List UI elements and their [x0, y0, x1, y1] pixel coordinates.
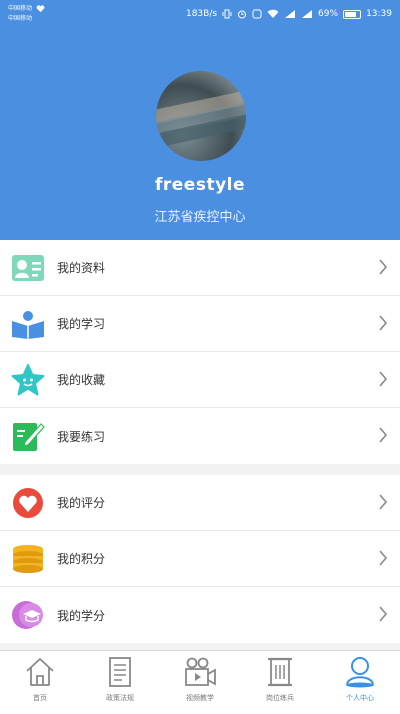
menu-item-my-credits[interactable]: 我的学分 — [0, 587, 400, 643]
network-speed: 183B/s — [185, 9, 218, 19]
document-icon — [109, 657, 131, 687]
menu-item-my-rating[interactable]: 我的评分 — [0, 475, 400, 531]
menu-item-label: 我的收藏 — [57, 373, 106, 387]
scroll-icon — [268, 657, 292, 687]
tab-profile[interactable]: 个人中心 — [320, 651, 400, 714]
tab-label: 个人中心 — [346, 694, 374, 702]
clock: 13:39 — [366, 9, 392, 19]
alarm-icon — [238, 10, 247, 19]
menu-item-label: 我的资料 — [57, 261, 106, 275]
practice-edit-icon — [11, 419, 45, 453]
menu-item-label: 我要练习 — [57, 429, 106, 444]
menu-item-label: 我的评分 — [57, 496, 106, 510]
person-icon — [346, 657, 374, 688]
battery-percent: 69% — [318, 9, 339, 19]
chevron-right-icon — [379, 550, 388, 566]
signal-icon-2 — [302, 10, 313, 18]
carrier-top: 中国移动 — [8, 5, 33, 12]
menu-item-label: 我的学习 — [57, 317, 106, 331]
heart-notify-icon — [36, 5, 45, 13]
menu-item-my-learning[interactable]: 我的学习 — [0, 296, 400, 352]
avatar[interactable] — [156, 71, 246, 161]
battery-icon — [343, 9, 362, 19]
chevron-right-icon — [379, 259, 388, 275]
tab-training[interactable]: 岗位练兵 — [240, 651, 320, 714]
status-bar: 中国移动 中国移动 183B/s 69% 13:39 — [0, 0, 400, 28]
tab-home[interactable]: 首页 — [0, 651, 80, 714]
tab-label: 政策法规 — [106, 694, 134, 702]
wifi-icon — [267, 9, 279, 18]
tab-label: 首页 — [33, 694, 47, 702]
chevron-right-icon — [379, 371, 388, 387]
menu-item-my-profile[interactable]: 我的资料 — [0, 240, 400, 296]
nfc-icon — [252, 9, 262, 19]
carrier-bottom: 中国移动 — [8, 15, 33, 22]
bottom-tab-bar: 首页 政策法规 视频教学 岗位练兵 个人中心 — [0, 650, 400, 714]
tab-label: 视频教学 — [186, 694, 214, 702]
graduation-coin-icon — [11, 598, 45, 632]
menu-item-label: 我的积分 — [57, 552, 106, 566]
menu-item-practice[interactable]: 我要练习 — [0, 408, 400, 464]
profile-card-icon — [11, 251, 45, 285]
vibrate-icon — [222, 9, 232, 19]
chevron-right-icon — [379, 427, 388, 443]
heart-shield-icon — [11, 486, 45, 520]
menu-item-my-favorites[interactable]: 我的收藏 — [0, 352, 400, 408]
menu-item-label: 我的学分 — [57, 608, 106, 623]
coin-stack-icon — [11, 542, 45, 576]
star-icon — [11, 363, 45, 397]
signal-icon — [285, 10, 296, 18]
home-icon — [26, 658, 54, 686]
organization: 江苏省疾控中心 — [154, 210, 246, 225]
chevron-right-icon — [379, 606, 388, 622]
profile-header: freestyle 江苏省疾控中心 — [0, 0, 400, 240]
tab-video[interactable]: 视频教学 — [160, 651, 240, 714]
video-camera-icon — [185, 657, 216, 686]
menu-item-my-points[interactable]: 我的积分 — [0, 531, 400, 587]
menu-group-scores: 我的评分 我的积分 我的学分 — [0, 475, 400, 643]
chevron-right-icon — [379, 494, 388, 510]
chevron-right-icon — [379, 315, 388, 331]
username: freestyle — [154, 175, 246, 195]
menu-group-account: 我的资料 我的学习 我的收藏 我要练习 — [0, 240, 400, 464]
reading-book-icon — [11, 307, 45, 341]
tab-label: 岗位练兵 — [266, 694, 294, 702]
tab-policy[interactable]: 政策法规 — [80, 651, 160, 714]
